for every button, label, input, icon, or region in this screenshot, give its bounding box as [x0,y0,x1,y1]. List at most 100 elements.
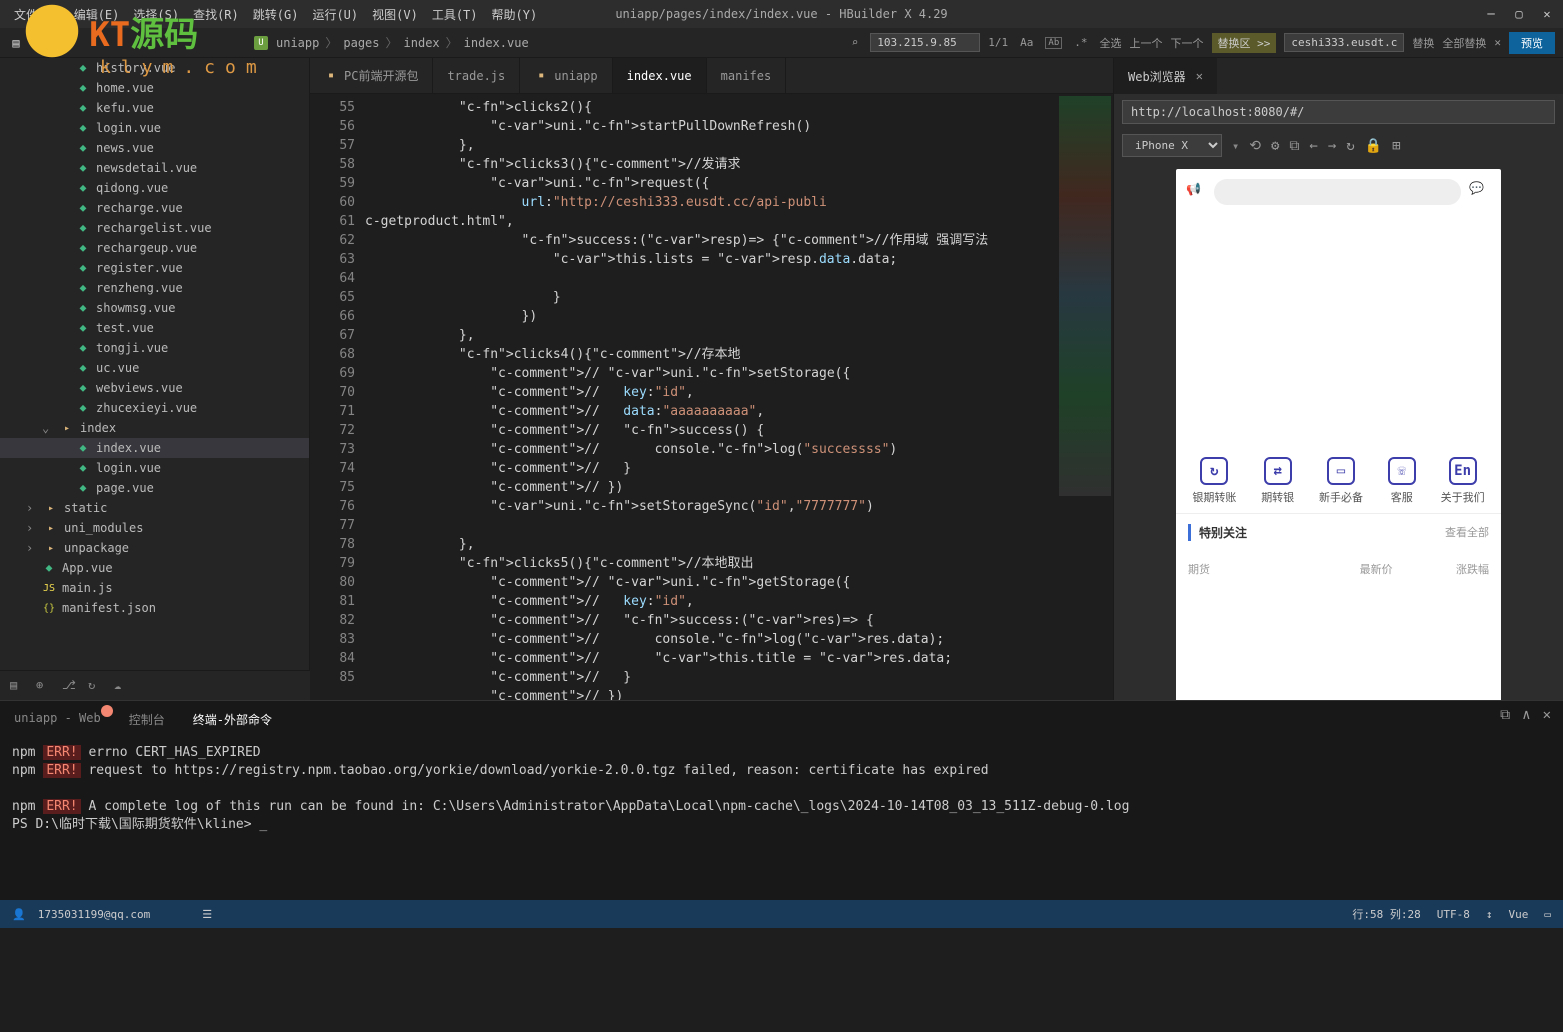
menu-item[interactable]: 文件(F) [8,2,66,27]
file-item[interactable]: ⬥renzheng.vue [0,278,309,298]
indent-icon[interactable]: ☰ [202,908,212,921]
files-icon[interactable]: ▤ [10,678,26,694]
nav-item[interactable]: ☏客服 [1388,457,1416,505]
file-item[interactable]: ⬥news.vue [0,138,309,158]
cloud-icon[interactable]: ☁ [114,678,130,694]
minimize-icon[interactable]: ─ [1483,6,1499,22]
db-icon[interactable]: ⊕ [36,678,52,694]
close-search-icon[interactable]: ✕ [1494,36,1501,49]
phone-search-bar[interactable] [1214,179,1461,205]
file-item[interactable]: ⬥login.vue [0,118,309,138]
reload-icon[interactable]: ↻ [1346,138,1354,154]
file-item[interactable]: ⬥rechargelist.vue [0,218,309,238]
word-icon[interactable]: Ab [1045,37,1062,49]
select-all-btn[interactable]: 全选 [1100,35,1122,51]
file-item[interactable]: ⬥page.vue [0,478,309,498]
account-icon[interactable]: 👤 [12,908,26,921]
file-item[interactable]: ⬥history.vue [0,58,309,78]
minimap[interactable] [1053,94,1113,700]
menu-item[interactable]: 跳转(G) [247,2,305,27]
terminal-popout-icon[interactable]: ⧉ [1500,707,1510,723]
preview-tab[interactable]: Web浏览器 ✕ [1114,58,1217,94]
file-item[interactable]: JSmain.js [0,578,309,598]
breadcrumb-item[interactable]: index [404,36,440,50]
rotate-icon[interactable]: ⟲ [1249,138,1261,154]
next-btn[interactable]: 下一个 [1171,35,1204,51]
menu-item[interactable]: 视图(V) [366,2,424,27]
git-icon[interactable]: ⎇ [62,678,78,694]
menu-item[interactable]: 帮助(Y) [486,2,544,27]
breadcrumb-item[interactable]: pages [343,36,379,50]
file-item[interactable]: ⬥index.vue [0,438,309,458]
file-item[interactable]: ⬥qidong.vue [0,178,309,198]
account-label[interactable]: 1735031199@qq.com [38,908,151,921]
terminal-max-icon[interactable]: ∧ [1522,707,1530,723]
editor-tab[interactable]: ▪PC前端开源包 [310,58,433,93]
terminal-tab[interactable]: 终端-外部命令 [191,707,274,732]
file-item[interactable]: ⬥App.vue [0,558,309,578]
terminal-close-icon[interactable]: ✕ [1543,707,1551,723]
terminal-tab[interactable]: uniapp - Web [12,707,103,732]
replace-toggle[interactable]: 替换区 >> [1212,33,1277,53]
file-item[interactable]: ⬥uc.vue [0,358,309,378]
menu-item[interactable]: 选择(S) [127,2,185,27]
close-preview-icon[interactable]: ✕ [1196,69,1203,83]
maximize-icon[interactable]: ▢ [1511,6,1527,22]
replace-btn[interactable]: 替换 [1412,35,1434,51]
lock-icon[interactable]: 🔒 [32,35,48,51]
notifications-icon[interactable]: ▭ [1544,908,1551,921]
menu-item[interactable]: 运行(U) [306,2,364,27]
preview-url-input[interactable] [1122,100,1555,124]
nav-item[interactable]: ▭新手必备 [1319,457,1363,505]
case-icon[interactable]: Aa [1016,34,1037,51]
nav-item[interactable]: ↻银期转账 [1192,457,1236,505]
file-item[interactable]: ⬥test.vue [0,318,309,338]
folder-item[interactable]: ›▸unpackage [0,538,309,558]
code-editor[interactable]: "c-fn">clicks2(){ "c-var">uni."c-fn">sta… [365,94,1053,700]
editor-tab[interactable]: ▪uniapp [520,58,612,93]
nav-item[interactable]: En关于我们 [1441,457,1485,505]
cursor-pos[interactable]: 行:58 列:28 [1352,906,1420,922]
file-item[interactable]: ⬥zhucexieyi.vue [0,398,309,418]
language-mode[interactable]: Vue [1509,908,1529,921]
section-more[interactable]: 查看全部 [1445,524,1489,541]
close-icon[interactable]: ✕ [1539,6,1555,22]
search-input[interactable] [870,33,980,52]
file-item[interactable]: ⬥recharge.vue [0,198,309,218]
replace-all-btn[interactable]: 全部替换 [1442,35,1486,51]
menu-item[interactable]: 查找(R) [187,2,245,27]
prev-btn[interactable]: 上一个 [1130,35,1163,51]
folder-item[interactable]: ⌄▸index [0,418,309,438]
breadcrumb-item[interactable]: index.vue [464,36,529,50]
preview-button[interactable]: 预览 [1509,32,1555,54]
file-item[interactable]: ⬥home.vue [0,78,309,98]
menu-item[interactable]: 编辑(E) [68,2,126,27]
replace-input[interactable] [1284,33,1404,52]
file-item[interactable]: ⬥newsdetail.vue [0,158,309,178]
file-item[interactable]: ⬥tongji.vue [0,338,309,358]
nav-item[interactable]: ⇄期转银 [1261,457,1294,505]
folder-item[interactable]: ›▸static [0,498,309,518]
file-item[interactable]: ⬥webviews.vue [0,378,309,398]
settings-icon[interactable]: ⚙ [1271,138,1279,154]
file-item[interactable]: ⬥register.vue [0,258,309,278]
explorer-icon[interactable]: ▤ [8,35,24,51]
lock-preview-icon[interactable]: 🔒 [1365,138,1382,154]
sync-icon[interactable]: ↕ [1486,908,1493,921]
refresh-icon[interactable]: ↻ [88,678,104,694]
encoding[interactable]: UTF-8 [1437,908,1470,921]
forward-icon[interactable]: → [1328,138,1336,154]
file-item[interactable]: {}manifest.json [0,598,309,618]
message-icon[interactable]: 💬 [1469,181,1491,203]
editor-tab[interactable]: manifes [707,58,787,93]
folder-item[interactable]: ›▸uni_modules [0,518,309,538]
terminal-tab[interactable]: 控制台 [127,707,167,732]
regex-icon[interactable]: .* [1070,34,1091,51]
terminal-output[interactable]: npm ERR! errno CERT_HAS_EXPIREDnpm ERR! … [0,738,1563,900]
back-icon[interactable]: ← [1309,138,1317,154]
breadcrumb-item[interactable]: uniapp [276,36,319,50]
file-item[interactable]: ⬥login.vue [0,458,309,478]
editor-tab[interactable]: trade.js [433,58,520,93]
search-icon[interactable]: ⌕ [848,34,863,51]
file-item[interactable]: ⬥showmsg.vue [0,298,309,318]
